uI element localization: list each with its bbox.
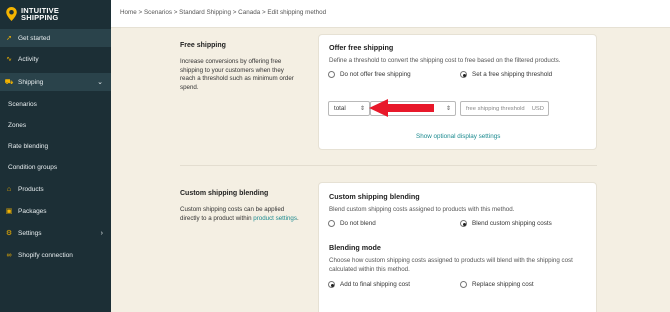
radio-dot xyxy=(328,71,335,78)
breadcrumb[interactable]: Home > Scenarios > Standard Shipping > C… xyxy=(120,9,326,16)
blending-card: Custom shipping blending Blend custom sh… xyxy=(318,182,597,312)
truck-icon: ⛟ xyxy=(4,78,14,86)
radio-replace-shipping-cost[interactable]: Replace shipping cost xyxy=(460,281,534,288)
chevron-right-icon: › xyxy=(100,229,103,237)
chevron-updown-icon: ⇕ xyxy=(445,106,451,112)
pulse-icon: ∿ xyxy=(6,56,12,63)
chevron-down-icon: ⌄ xyxy=(97,79,103,86)
sidebar-item-activity[interactable]: ∿ Activity xyxy=(0,50,111,68)
radio-dot-selected xyxy=(328,281,335,288)
box-icon: ▣ xyxy=(5,208,13,215)
blending-mode-description: Choose how custom shipping costs assigne… xyxy=(329,257,573,273)
tag-icon: ⌂ xyxy=(6,185,12,193)
red-arrow-annotation xyxy=(369,99,434,117)
card-title: Custom shipping blending xyxy=(329,192,420,201)
free-shipping-card: Offer free shipping Define a threshold t… xyxy=(318,34,597,150)
product-settings-link[interactable]: product settings xyxy=(253,215,297,222)
free-shipping-section-description: Increase conversions by offering free sh… xyxy=(180,58,294,91)
radio-add-to-final-cost[interactable]: Add to final shipping cost xyxy=(328,281,410,288)
sidebar: INTUITIVE SHIPPING ➚ Get started ∿ Activ… xyxy=(0,0,111,312)
location-pin-icon xyxy=(6,7,17,21)
card-description: Define a threshold to convert the shippi… xyxy=(329,57,561,64)
sidebar-item-zones[interactable]: Zones xyxy=(0,116,111,134)
radio-dot-selected xyxy=(460,71,467,78)
radio-free-shipping-threshold[interactable]: Set a free shipping threshold xyxy=(460,71,552,78)
currency-suffix: USD xyxy=(531,105,544,112)
sidebar-item-get-started[interactable]: ➚ Get started xyxy=(0,29,111,47)
blending-section-description: Custom shipping costs can be applied dir… xyxy=(180,206,299,222)
sidebar-item-shopify-connection[interactable]: ∞ Shopify connection xyxy=(0,246,111,264)
radio-dot xyxy=(328,220,335,227)
radio-no-free-shipping[interactable]: Do not offer free shipping xyxy=(328,71,411,78)
free-shipping-section-title: Free shipping xyxy=(180,42,226,49)
radio-do-not-blend[interactable]: Do not blend xyxy=(328,220,376,227)
sidebar-item-packages[interactable]: ▣ Packages xyxy=(0,202,111,220)
brand-logo[interactable]: INTUITIVE SHIPPING xyxy=(0,0,111,28)
card-title: Offer free shipping xyxy=(329,43,394,52)
sidebar-item-shipping[interactable]: ⛟ Shipping ⌄ xyxy=(0,73,111,91)
card-description: Blend custom shipping costs assigned to … xyxy=(329,206,515,213)
chevron-updown-icon: ⇕ xyxy=(359,106,365,112)
rocket-icon: ➚ xyxy=(6,35,12,42)
top-bar: Home > Scenarios > Standard Shipping > C… xyxy=(111,0,670,28)
show-optional-display-settings-link[interactable]: Show optional display settings xyxy=(416,133,500,140)
radio-blend-custom-costs[interactable]: Blend custom shipping costs xyxy=(460,220,552,227)
free-shipping-threshold-input[interactable]: free shipping threshold USD xyxy=(460,101,549,116)
sidebar-item-products[interactable]: ⌂ Products xyxy=(0,180,111,198)
sidebar-item-rate-blending[interactable]: Rate blending xyxy=(0,137,111,155)
brand-line-2: SHIPPING xyxy=(21,13,59,22)
sidebar-item-settings[interactable]: ⚙ Settings › xyxy=(0,224,111,242)
blending-mode-title: Blending mode xyxy=(329,243,381,252)
sidebar-item-condition-groups[interactable]: Condition groups xyxy=(0,158,111,176)
radio-dot-selected xyxy=(460,220,467,227)
radio-dot xyxy=(460,281,467,288)
sidebar-item-scenarios[interactable]: Scenarios xyxy=(0,95,111,113)
section-divider xyxy=(180,165,597,166)
gear-icon: ⚙ xyxy=(5,230,13,237)
threshold-metric-select[interactable]: total ⇕ xyxy=(328,101,370,116)
blending-section-title: Custom shipping blending xyxy=(180,190,269,197)
link-icon: ∞ xyxy=(6,251,12,259)
